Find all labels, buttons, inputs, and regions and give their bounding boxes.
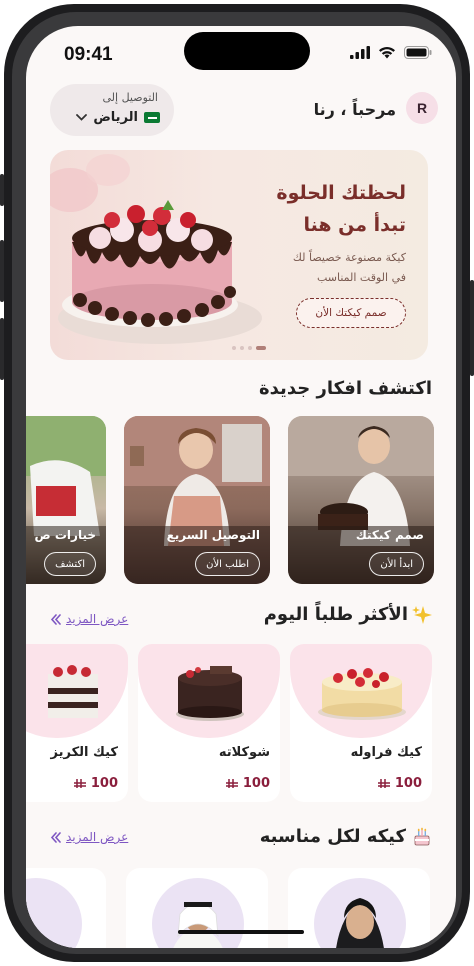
product-name: كيك فراوله: [350, 745, 422, 760]
product-name: كيك الكريز: [50, 745, 118, 760]
power-button: [470, 280, 474, 376]
hero-title-line1: لحظتك الحلوة: [276, 182, 406, 204]
riyal-icon: [225, 778, 238, 788]
popular-section-header: الأكثر طلباً اليوم: [264, 604, 432, 625]
occasions-section-header: كيكه لكل مناسبه: [260, 826, 432, 847]
popular-more-link[interactable]: عرض المزيد: [50, 612, 128, 626]
product-card-strawberry[interactable]: كيك فراوله 100: [290, 644, 432, 802]
status-time: 09:41: [64, 44, 113, 65]
price-value: 100: [90, 776, 118, 791]
dynamic-island: [184, 32, 310, 70]
idea-card-button[interactable]: ابدأ الأن: [369, 552, 424, 576]
idea-card-label: التوصيل السريع: [166, 528, 260, 542]
mute-switch: [0, 174, 4, 206]
product-price: 100: [225, 776, 270, 791]
delivery-city: الرياض: [93, 110, 138, 125]
delivery-city-row: الرياض: [76, 110, 160, 125]
riyal-icon: [377, 778, 390, 788]
cake-icon: [414, 827, 430, 845]
battery-icon: [404, 46, 432, 59]
signal-icon: [350, 46, 370, 59]
product-price: 100: [377, 776, 422, 791]
chevron-down-icon: [76, 111, 88, 124]
idea-card-label: خيارات ص: [34, 528, 96, 542]
price-value: 100: [242, 776, 270, 791]
app-screen: 09:41 التوصيل إلى الرياض مرحباً ، رنا R …: [26, 26, 456, 948]
more-link-label: عرض المزيد: [66, 612, 129, 626]
greeting-text: مرحباً ، رنا: [313, 100, 396, 119]
chocolate-cake-image: [176, 666, 244, 721]
product-price: 100: [73, 776, 118, 791]
idea-card-button[interactable]: اطلب الأن: [195, 552, 260, 576]
hero-subtitle-line2: في الوقت المناسب: [316, 271, 406, 284]
occasion-photo-woman: [314, 878, 406, 948]
carousel-dots[interactable]: [232, 346, 266, 350]
wifi-icon: [379, 47, 395, 59]
occasion-card-partial[interactable]: [26, 868, 106, 948]
hero-cake-image: [50, 154, 262, 344]
strawberry-cake-image: [318, 668, 406, 720]
popular-section-title: الأكثر طلباً اليوم: [263, 604, 408, 625]
product-card-cherry[interactable]: كيك الكريز 100: [26, 644, 128, 802]
volume-up-button: [0, 240, 4, 302]
double-chevron-icon: [50, 831, 61, 843]
ideas-section-title: اكتشف افكار جديدة: [259, 378, 432, 399]
home-indicator[interactable]: [178, 930, 304, 934]
volume-down-button: [0, 318, 4, 380]
idea-card-design[interactable]: صمم كيكتك ابدأ الأن: [288, 416, 434, 584]
sparkle-icon: [412, 605, 432, 624]
cherry-cake-image: [48, 665, 98, 718]
occasion-photo-man: [152, 878, 244, 948]
price-value: 100: [394, 776, 422, 791]
occasions-more-link[interactable]: عرض المزيد: [50, 830, 128, 844]
hero-banner[interactable]: لحظتك الحلوة تبدأ من هنا كيكة مصنوعة خصي…: [50, 150, 428, 360]
idea-card-label: صمم كيكتك: [355, 528, 424, 542]
double-chevron-icon: [50, 613, 61, 625]
idea-card-delivery[interactable]: التوصيل السريع اطلب الأن: [124, 416, 270, 584]
riyal-icon: [73, 778, 86, 788]
carousel-dot[interactable]: [240, 346, 244, 350]
product-name: شوكلاته: [218, 745, 270, 760]
carousel-dot[interactable]: [232, 346, 236, 350]
hero-title-line2: تبدأ من هنا: [303, 214, 406, 236]
product-card-chocolate[interactable]: شوكلاته 100: [138, 644, 280, 802]
hero-design-cake-button[interactable]: صمم كيكتك الأن: [296, 298, 406, 328]
saudi-flag-icon: [144, 112, 160, 123]
carousel-dot-active[interactable]: [256, 346, 266, 350]
occasions-section-title: كيكه لكل مناسبه: [259, 826, 406, 847]
user-avatar[interactable]: R: [406, 92, 438, 124]
occasion-card-woman[interactable]: [288, 868, 430, 948]
hero-subtitle-line1: كيكة مصنوعة خصيصاً لك: [292, 251, 406, 264]
status-icons: [350, 46, 432, 59]
phone-frame: 09:41 التوصيل إلى الرياض مرحباً ، رنا R …: [0, 4, 474, 962]
occasion-photo-partial: [26, 878, 82, 948]
idea-card-button[interactable]: اكتشف: [44, 552, 96, 576]
delivery-label: التوصيل إلى: [102, 91, 158, 104]
carousel-dot[interactable]: [248, 346, 252, 350]
delivery-location-selector[interactable]: التوصيل إلى الرياض: [50, 84, 174, 136]
occasion-card-man[interactable]: [126, 868, 268, 948]
more-link-label: عرض المزيد: [66, 830, 129, 844]
idea-card-options[interactable]: خيارات ص اكتشف: [26, 416, 106, 584]
